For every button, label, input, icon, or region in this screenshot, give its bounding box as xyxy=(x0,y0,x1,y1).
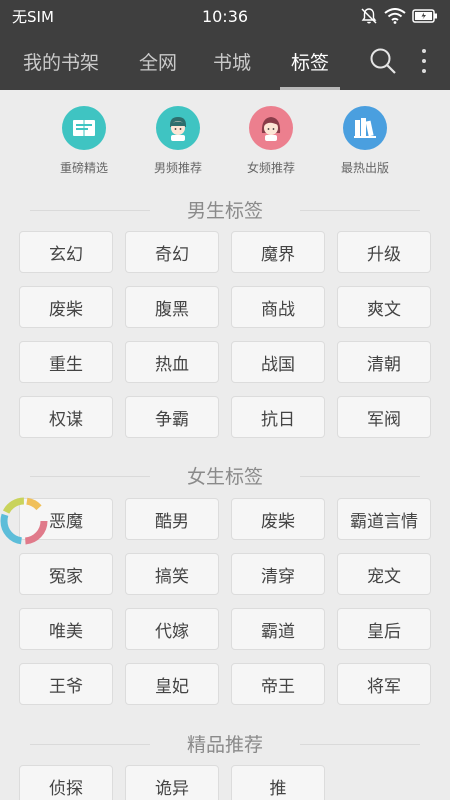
tag-button[interactable]: 玄幻 xyxy=(19,231,113,273)
tag-button[interactable]: 废柴 xyxy=(231,498,325,540)
boy-avatar-icon xyxy=(156,106,200,150)
tag-button[interactable]: 战国 xyxy=(231,341,325,383)
tag-button[interactable]: 霸道言情 xyxy=(337,498,431,540)
tab-bookshelf[interactable]: 我的书架 xyxy=(20,32,102,90)
tag-button[interactable]: 搞笑 xyxy=(125,553,219,595)
section-title-recommend: 精品推荐 xyxy=(0,730,450,757)
tag-button[interactable]: 奇幻 xyxy=(125,231,219,273)
battery-icon xyxy=(412,9,437,23)
books-icon xyxy=(343,106,387,150)
tab-tags[interactable]: 标签 xyxy=(280,32,340,90)
tag-button[interactable]: 热血 xyxy=(125,341,219,383)
tag-button[interactable]: 推 xyxy=(231,765,325,800)
tag-button[interactable]: 魔界 xyxy=(231,231,325,273)
tag-button[interactable]: 霸道 xyxy=(231,608,325,650)
tag-button[interactable]: 废柴 xyxy=(19,286,113,328)
shortcut-female-recommend[interactable]: 女频推荐 xyxy=(226,106,316,176)
tag-button[interactable]: 皇妃 xyxy=(125,663,219,705)
tab-bookstore[interactable]: 书城 xyxy=(211,32,253,90)
carrier-label: 无SIM xyxy=(12,7,54,26)
shortcut-male-recommend[interactable]: 男频推荐 xyxy=(133,106,223,176)
tab-whole-web[interactable]: 全网 xyxy=(137,32,179,90)
shortcut-featured[interactable]: 重磅精选 xyxy=(39,106,129,176)
tag-button[interactable]: 军阀 xyxy=(337,396,431,438)
tag-button[interactable]: 酷男 xyxy=(125,498,219,540)
tag-button[interactable]: 将军 xyxy=(337,663,431,705)
girl-avatar-icon xyxy=(249,106,293,150)
section-title-text: 男生标签 xyxy=(186,200,263,222)
search-icon[interactable] xyxy=(368,46,398,76)
tag-button[interactable]: 侦探 xyxy=(19,765,113,800)
more-menu-icon[interactable] xyxy=(414,44,434,78)
tag-button[interactable]: 爽文 xyxy=(337,286,431,328)
tag-button[interactable]: 宠文 xyxy=(337,553,431,595)
wifi-icon xyxy=(384,8,406,24)
tag-button[interactable]: 升级 xyxy=(337,231,431,273)
status-icons xyxy=(360,7,438,25)
tag-button[interactable]: 皇后 xyxy=(337,608,431,650)
top-nav: 我的书架 全网 书城 标签 xyxy=(0,32,450,90)
shortcut-label: 最热出版 xyxy=(340,161,389,175)
mute-bell-icon xyxy=(361,8,377,24)
shortcut-label: 重磅精选 xyxy=(59,161,108,175)
featured-book-icon xyxy=(62,106,106,150)
tag-button[interactable]: 抗日 xyxy=(231,396,325,438)
shortcut-label: 男频推荐 xyxy=(153,161,202,175)
tag-button[interactable]: 帝王 xyxy=(231,663,325,705)
tag-button[interactable]: 权谋 xyxy=(19,396,113,438)
tag-button[interactable]: 唯美 xyxy=(19,608,113,650)
status-bar: 无SIM 10:36 xyxy=(0,0,450,32)
section-title-text: 精品推荐 xyxy=(186,734,263,756)
category-shortcuts: 重磅精选 男频推荐 女频推荐 最热出版 xyxy=(0,106,450,186)
shortcut-label: 女频推荐 xyxy=(246,161,295,175)
tag-button[interactable]: 代嫁 xyxy=(125,608,219,650)
tag-button[interactable]: 清穿 xyxy=(231,553,325,595)
tag-button[interactable]: 商战 xyxy=(231,286,325,328)
tag-button[interactable]: 王爷 xyxy=(19,663,113,705)
tag-button[interactable]: 诡异 xyxy=(125,765,219,800)
tag-button[interactable]: 清朝 xyxy=(337,341,431,383)
loading-spinner-icon xyxy=(0,497,48,545)
section-title-female: 女生标签 xyxy=(0,462,450,489)
section-title-text: 女生标签 xyxy=(186,466,263,488)
tag-button[interactable]: 腹黑 xyxy=(125,286,219,328)
tag-button[interactable]: 冤家 xyxy=(19,553,113,595)
section-title-male: 男生标签 xyxy=(0,196,450,223)
tag-button[interactable]: 争霸 xyxy=(125,396,219,438)
shortcut-hot-published[interactable]: 最热出版 xyxy=(320,106,410,176)
tag-button[interactable]: 重生 xyxy=(19,341,113,383)
